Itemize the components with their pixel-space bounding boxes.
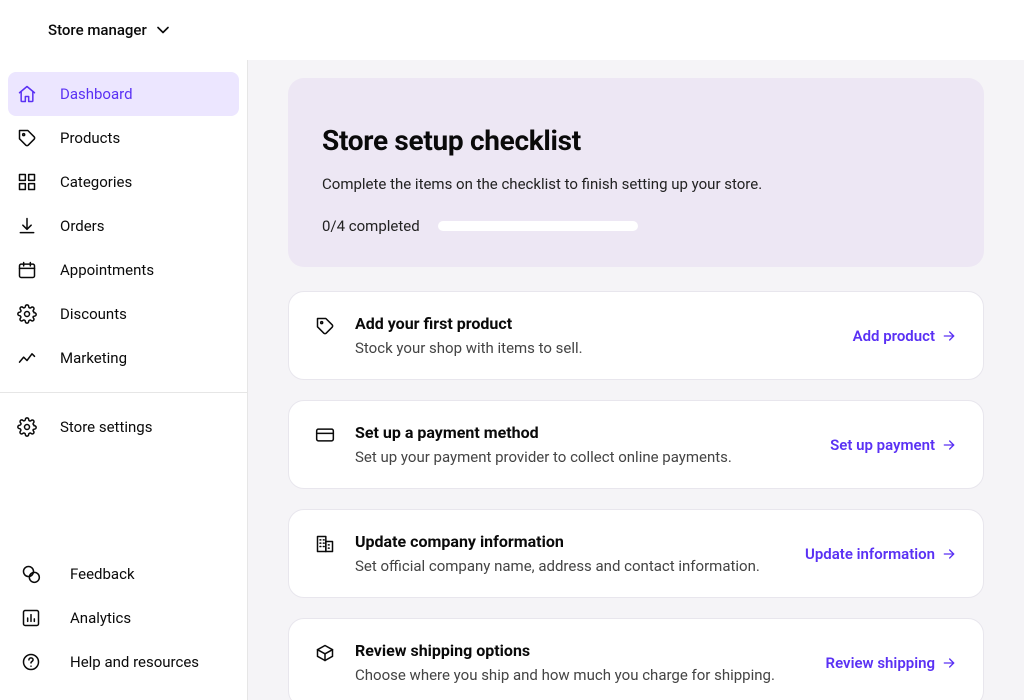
arrow-right-icon [941, 655, 957, 671]
sidebar-item-label: Orders [60, 217, 105, 235]
home-icon [16, 83, 38, 105]
sidebar-item-label: Categories [60, 173, 132, 191]
action-label: Add product [853, 327, 935, 345]
checklist-item-title: Add your first product [355, 314, 835, 333]
sidebar-item-label: Products [60, 129, 120, 147]
sidebar-item-appointments[interactable]: Appointments [8, 248, 239, 292]
checklist-item-desc: Stock your shop with items to sell. [355, 339, 835, 357]
arrow-right-icon [941, 437, 957, 453]
package-icon [315, 643, 337, 663]
building-icon [315, 534, 337, 554]
store-switcher-label: Store manager [48, 21, 147, 39]
trend-icon [16, 347, 38, 369]
checklist-item-title: Review shipping options [355, 641, 808, 660]
checklist-item-title: Update company information [355, 532, 787, 551]
checklist-item-title: Set up a payment method [355, 423, 812, 442]
hero-title: Store setup checklist [322, 124, 950, 157]
hero-subtitle: Complete the items on the checklist to f… [322, 175, 950, 193]
set-up-payment-link[interactable]: Set up payment [830, 436, 957, 454]
chevron-down-icon [157, 26, 169, 34]
main-content: Store setup checklist Complete the items… [248, 60, 1024, 700]
sidebar-item-categories[interactable]: Categories [8, 160, 239, 204]
action-label: Set up payment [830, 436, 935, 454]
sidebar-item-label: Feedback [70, 565, 135, 583]
checklist-card-payment-method: Set up a payment method Set up your paym… [288, 400, 984, 489]
sidebar-item-analytics[interactable]: Analytics [8, 596, 239, 640]
sidebar-item-label: Discounts [60, 305, 127, 323]
topbar: Store manager [0, 0, 1024, 60]
bar-chart-icon [20, 607, 42, 629]
sidebar-primary-section: Dashboard Products Categories Orders [0, 60, 247, 392]
feedback-icon [20, 563, 42, 585]
store-switcher[interactable]: Store manager [48, 21, 169, 39]
progress-row: 0/4 completed [322, 217, 950, 235]
calendar-icon [16, 259, 38, 281]
checklist-card-company-info: Update company information Set official … [288, 509, 984, 598]
sidebar-item-marketing[interactable]: Marketing [8, 336, 239, 380]
sidebar-item-dashboard[interactable]: Dashboard [8, 72, 239, 116]
download-icon [16, 215, 38, 237]
setup-checklist-hero: Store setup checklist Complete the items… [288, 78, 984, 267]
add-product-link[interactable]: Add product [853, 327, 957, 345]
update-information-link[interactable]: Update information [805, 545, 957, 563]
checklist-card-add-product: Add your first product Stock your shop w… [288, 291, 984, 380]
discount-gear-icon [16, 303, 38, 325]
sidebar-item-label: Analytics [70, 609, 131, 627]
sidebar: Dashboard Products Categories Orders [0, 60, 248, 700]
credit-card-icon [315, 425, 337, 445]
help-icon [20, 651, 42, 673]
sidebar-item-feedback[interactable]: Feedback [8, 552, 239, 596]
sidebar-item-label: Appointments [60, 261, 154, 279]
sidebar-item-orders[interactable]: Orders [8, 204, 239, 248]
sidebar-item-store-settings[interactable]: Store settings [8, 405, 239, 449]
progress-bar [438, 221, 638, 231]
grid-icon [16, 171, 38, 193]
sidebar-item-products[interactable]: Products [8, 116, 239, 160]
checklist-item-desc: Set up your payment provider to collect … [355, 448, 812, 466]
action-label: Update information [805, 545, 935, 563]
gear-icon [16, 416, 38, 438]
sidebar-item-label: Marketing [60, 349, 127, 367]
sidebar-footer-section: Feedback Analytics Help and resources [0, 540, 247, 700]
checklist-card-shipping-options: Review shipping options Choose where you… [288, 618, 984, 700]
checklist-item-desc: Set official company name, address and c… [355, 557, 787, 575]
arrow-right-icon [941, 546, 957, 562]
sidebar-item-label: Store settings [60, 418, 152, 436]
review-shipping-link[interactable]: Review shipping [826, 654, 957, 672]
sidebar-settings-section: Store settings [0, 392, 247, 461]
arrow-right-icon [941, 328, 957, 344]
tag-icon [315, 316, 337, 336]
sidebar-item-label: Help and resources [70, 653, 199, 671]
progress-label: 0/4 completed [322, 217, 420, 235]
sidebar-item-label: Dashboard [60, 85, 133, 103]
checklist-item-desc: Choose where you ship and how much you c… [355, 666, 808, 684]
tag-icon [16, 127, 38, 149]
sidebar-item-discounts[interactable]: Discounts [8, 292, 239, 336]
action-label: Review shipping [826, 654, 935, 672]
sidebar-item-help[interactable]: Help and resources [8, 640, 239, 684]
